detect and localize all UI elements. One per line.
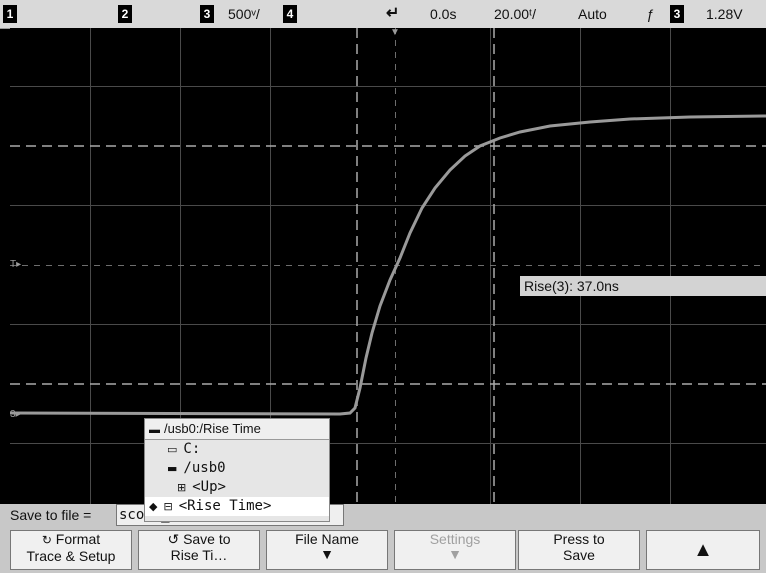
channel-3-scale: 500​ᵛ/: [228, 6, 260, 22]
softkey-format-line1: ↻ Format: [41, 531, 101, 547]
softkey-filename-label: File Name: [295, 531, 359, 547]
folder-up-icon: ⊞: [177, 481, 187, 494]
channel-1-indicator: 1: [3, 5, 17, 23]
softkey-settings-label: Settings: [429, 531, 481, 547]
file-item-c-drive[interactable]: ▭ C:: [145, 440, 329, 459]
file-browser-path: ▬/usb0:/Rise Time: [145, 419, 329, 440]
file-browser-popup[interactable]: ▬/usb0:/Rise Time ▭ C: ▬/usb0 ⊞ <Up> ◆ ⊟ <Ri…: [144, 418, 330, 522]
trigger-position-icon: ↵: [386, 5, 400, 22]
waveform-display: ▼ T▸ 3▸ Rise(3): 37.0ns: [10, 28, 766, 504]
folder-icon: ⊟: [163, 500, 173, 513]
menu-up-softkey[interactable]: ▲: [646, 530, 760, 570]
press-to-save-softkey[interactable]: Press to Save: [518, 530, 640, 570]
drive-icon: ▭: [167, 443, 178, 456]
softkey-saveto-line2: Rise Ti…: [170, 547, 228, 563]
settings-softkey: Settings ▼: [394, 530, 516, 570]
down-arrow-icon: ▼: [448, 546, 462, 562]
file-item-up[interactable]: ⊞ <Up>: [145, 478, 329, 497]
trigger-time-marker: ▼: [390, 27, 400, 38]
knob-icon: ↻: [41, 533, 52, 547]
save-to-softkey[interactable]: ↺ Save to Rise Ti…: [138, 530, 260, 570]
softkey-saveto-line1: ↺ Save to: [167, 531, 231, 547]
channel-3-indicator: 3: [200, 5, 214, 23]
softkey-press-line2: Save: [563, 547, 595, 563]
selection-arrow-icon: ◆: [149, 500, 158, 513]
up-arrow-icon: ▲: [693, 539, 713, 561]
softkey-press-line1: Press to: [553, 531, 605, 547]
usb-icon: ▬: [167, 462, 178, 475]
save-to-file-label: Save to file =: [10, 507, 92, 523]
channel-3-ground-marker: 3▸: [10, 409, 21, 420]
usb-icon: ▬: [149, 424, 160, 436]
status-bar: 1 2 3 500​ᵛ/ 4 ↵ 0.0s 20.00ᵗ/ Auto ƒ 3 1…: [0, 0, 766, 29]
file-name-softkey[interactable]: File Name ▼: [266, 530, 388, 570]
delay-readout: 0.0s: [430, 6, 457, 22]
softkey-format-line2: Trace & Setup: [26, 548, 116, 564]
channel-4-indicator: 4: [283, 5, 297, 23]
rise-time-measurement: Rise(3): 37.0ns: [520, 276, 766, 296]
timebase-readout: 20.00ᵗ/: [494, 6, 536, 22]
channel-2-indicator: 2: [118, 5, 132, 23]
format-softkey[interactable]: ↻ Format Trace & Setup: [10, 530, 132, 570]
trigger-mode: Auto: [578, 6, 607, 22]
file-item-usb0[interactable]: ▬/usb0: [145, 459, 329, 478]
trigger-level-marker: T▸: [10, 259, 22, 270]
trigger-source-indicator: 3: [670, 5, 684, 23]
graticule: [10, 28, 766, 504]
rotate-icon: ↺: [167, 531, 180, 547]
trigger-level: 1.28V: [706, 6, 743, 22]
rising-edge-icon: ƒ: [646, 6, 654, 22]
down-arrow-icon: ▼: [320, 546, 334, 562]
file-item-rise-time[interactable]: ◆ ⊟ <Rise Time>: [145, 497, 329, 516]
